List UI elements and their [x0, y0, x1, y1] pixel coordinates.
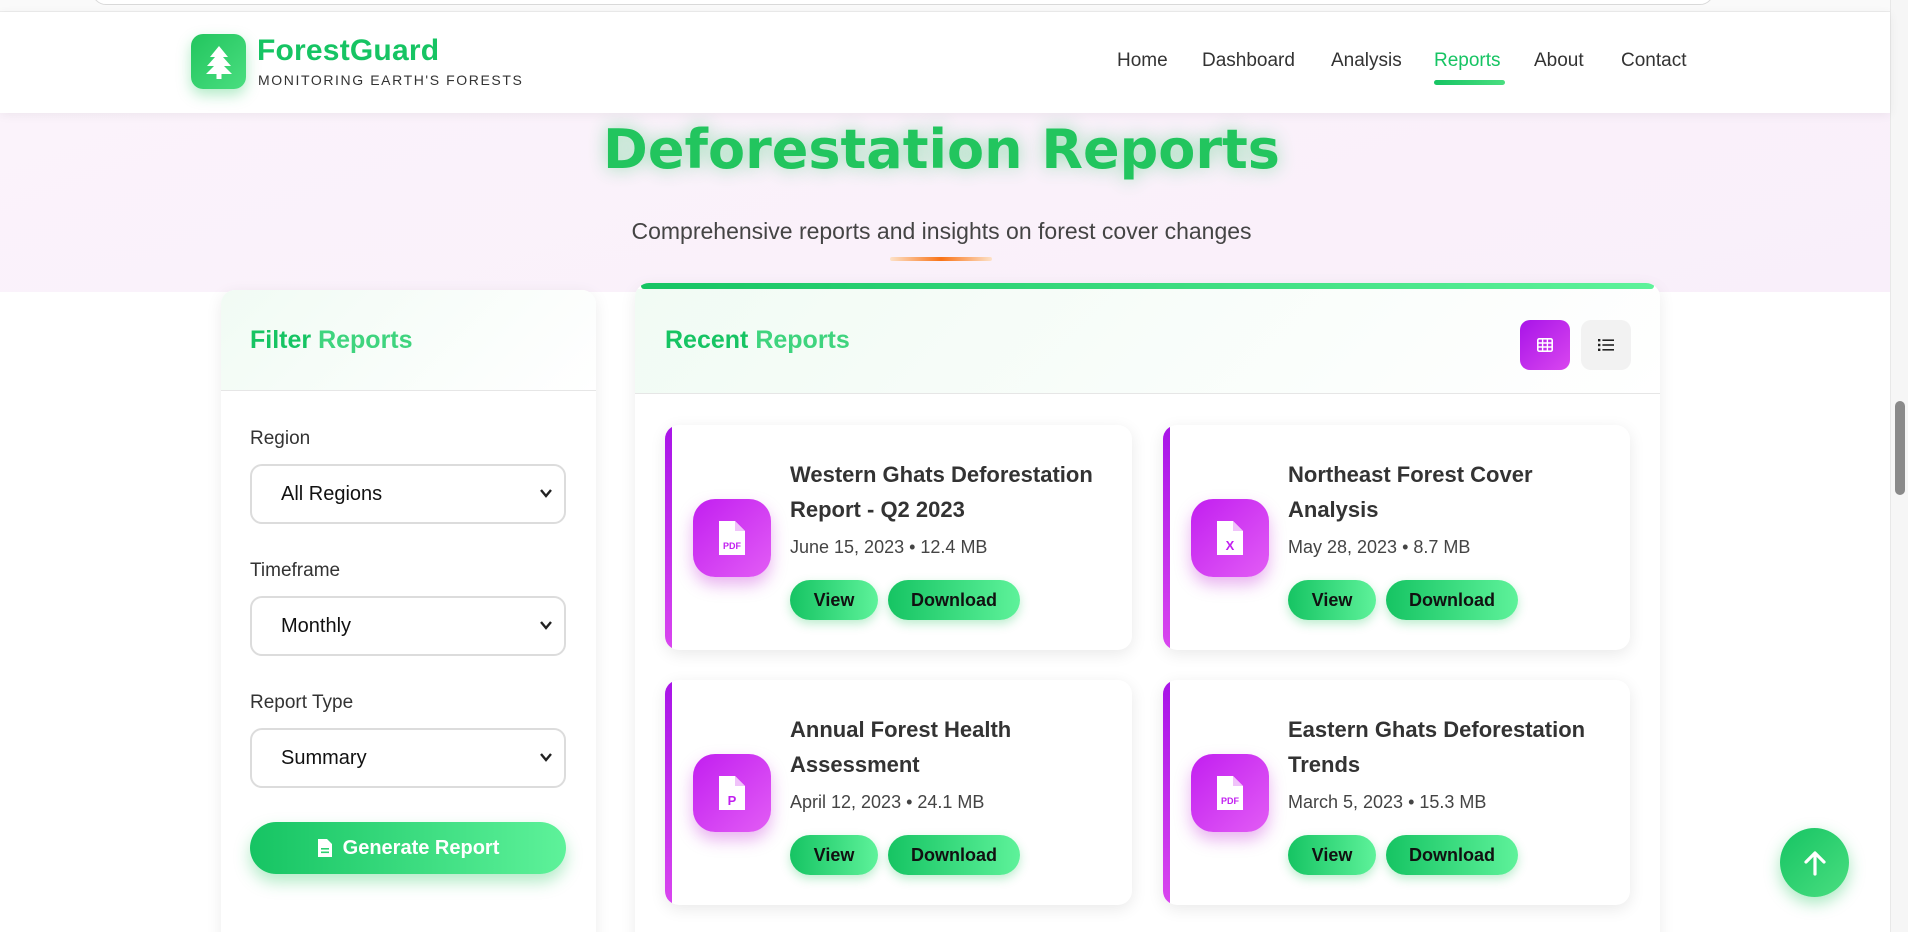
report-card[interactable]: PDF Western Ghats Deforestation Report -… [665, 425, 1132, 650]
svg-text:PDF: PDF [723, 541, 742, 551]
timeframe-select[interactable]: Monthly [250, 596, 566, 656]
pdf-file-icon: PDF [693, 499, 771, 577]
chevron-down-icon [540, 489, 552, 498]
filter-title-main: Filter [250, 326, 312, 354]
region-select-value: All Regions [281, 482, 383, 505]
reports-panel: Recent Reports PDF Western Ghats Defores… [635, 283, 1660, 932]
browser-address-bar[interactable] [92, 0, 1714, 5]
report-meta: May 28, 2023 • 8.7 MB [1288, 537, 1471, 557]
reports-panel-header: Recent Reports [635, 289, 1660, 394]
report-meta: March 5, 2023 • 15.3 MB [1288, 792, 1487, 812]
page-title: Deforestation Reports [603, 118, 1280, 181]
grid-view-button[interactable] [1520, 320, 1570, 370]
page-scrollbar[interactable] [1890, 0, 1908, 932]
report-type-select-value: Summary [281, 746, 367, 769]
download-button[interactable]: Download [888, 580, 1020, 620]
page-subtitle: Comprehensive reports and insights on fo… [631, 218, 1252, 244]
report-card[interactable]: X Northeast Forest Cover Analysis May 28… [1163, 425, 1630, 650]
svg-text:PDF: PDF [1221, 796, 1240, 806]
reports-title-main: Recent [665, 326, 749, 354]
nav-contact[interactable]: Contact [1621, 50, 1686, 72]
excel-file-icon: X [1191, 499, 1269, 577]
report-title: Western Ghats Deforestation Report - Q2 … [790, 462, 1093, 522]
report-card[interactable]: P Annual Forest Health Assessment April … [665, 680, 1132, 905]
view-button[interactable]: View [790, 835, 878, 875]
nav-dashboard[interactable]: Dashboard [1202, 50, 1295, 72]
region-select[interactable]: All Regions [250, 464, 566, 524]
card-accent-stripe [665, 680, 672, 905]
site-header: ForestGuard MONITORING EARTH'S FORESTS H… [0, 12, 1890, 113]
filter-panel-header: Filter Reports [221, 290, 596, 391]
view-button[interactable]: View [1288, 835, 1376, 875]
download-button[interactable]: Download [888, 835, 1020, 875]
generate-report-label: Generate Report [342, 836, 500, 859]
timeframe-label: Timeframe [250, 560, 341, 581]
nav-analysis[interactable]: Analysis [1331, 50, 1402, 72]
report-meta: June 15, 2023 • 12.4 MB [790, 537, 988, 557]
chevron-down-icon [540, 621, 552, 630]
report-type-label: Report Type [250, 692, 354, 713]
filter-panel: Filter Reports Region All Regions Timefr… [221, 290, 596, 932]
card-accent-stripe [665, 425, 672, 650]
pdf-file-icon: PDF [1191, 754, 1269, 832]
svg-text:X: X [1226, 538, 1235, 553]
filter-title-accent: Reports [318, 326, 413, 354]
card-accent-stripe [1163, 680, 1170, 905]
region-label: Region [250, 428, 311, 449]
timeframe-select-value: Monthly [281, 614, 352, 637]
card-accent-stripe [1163, 425, 1170, 650]
hero-section: Deforestation Reports Comprehensive repo… [0, 113, 1890, 292]
chevron-down-icon [540, 753, 552, 762]
arrow-up-icon [1803, 850, 1826, 876]
nav-reports[interactable]: Reports [1434, 50, 1501, 72]
report-meta: April 12, 2023 • 24.1 MB [790, 792, 985, 812]
filter-title: Filter Reports [250, 326, 413, 355]
report-title: Eastern Ghats Deforestation Trends [1288, 717, 1586, 777]
list-view-button[interactable] [1581, 320, 1631, 370]
nav-home[interactable]: Home [1117, 50, 1168, 72]
generate-report-button[interactable]: Generate Report [250, 822, 566, 874]
report-card[interactable]: PDF Eastern Ghats Deforestation Trends M… [1163, 680, 1630, 905]
powerpoint-file-icon: P [693, 754, 771, 832]
reports-title: Recent Reports [665, 326, 850, 355]
svg-text:P: P [728, 793, 737, 808]
browser-top-strip [0, 0, 1908, 12]
view-button[interactable]: View [790, 580, 878, 620]
report-title: Annual Forest Health Assessment [790, 717, 1012, 777]
report-title: Northeast Forest Cover Analysis [1288, 462, 1533, 522]
scroll-to-top-button[interactable] [1780, 828, 1849, 897]
view-button[interactable]: View [1288, 580, 1376, 620]
download-button[interactable]: Download [1386, 835, 1518, 875]
report-type-select[interactable]: Summary [250, 728, 566, 788]
main-nav: Home Dashboard Analysis Reports About Co… [0, 50, 1890, 85]
grid-view-icon [1537, 338, 1553, 352]
list-view-icon [1598, 339, 1614, 351]
scrollbar-thumb[interactable] [1895, 401, 1905, 495]
nav-about[interactable]: About [1534, 50, 1584, 72]
reports-title-accent: Reports [755, 326, 850, 354]
nav-active-underline [1434, 80, 1505, 85]
title-divider [890, 257, 992, 261]
download-button[interactable]: Download [1386, 580, 1518, 620]
document-icon [317, 839, 332, 857]
